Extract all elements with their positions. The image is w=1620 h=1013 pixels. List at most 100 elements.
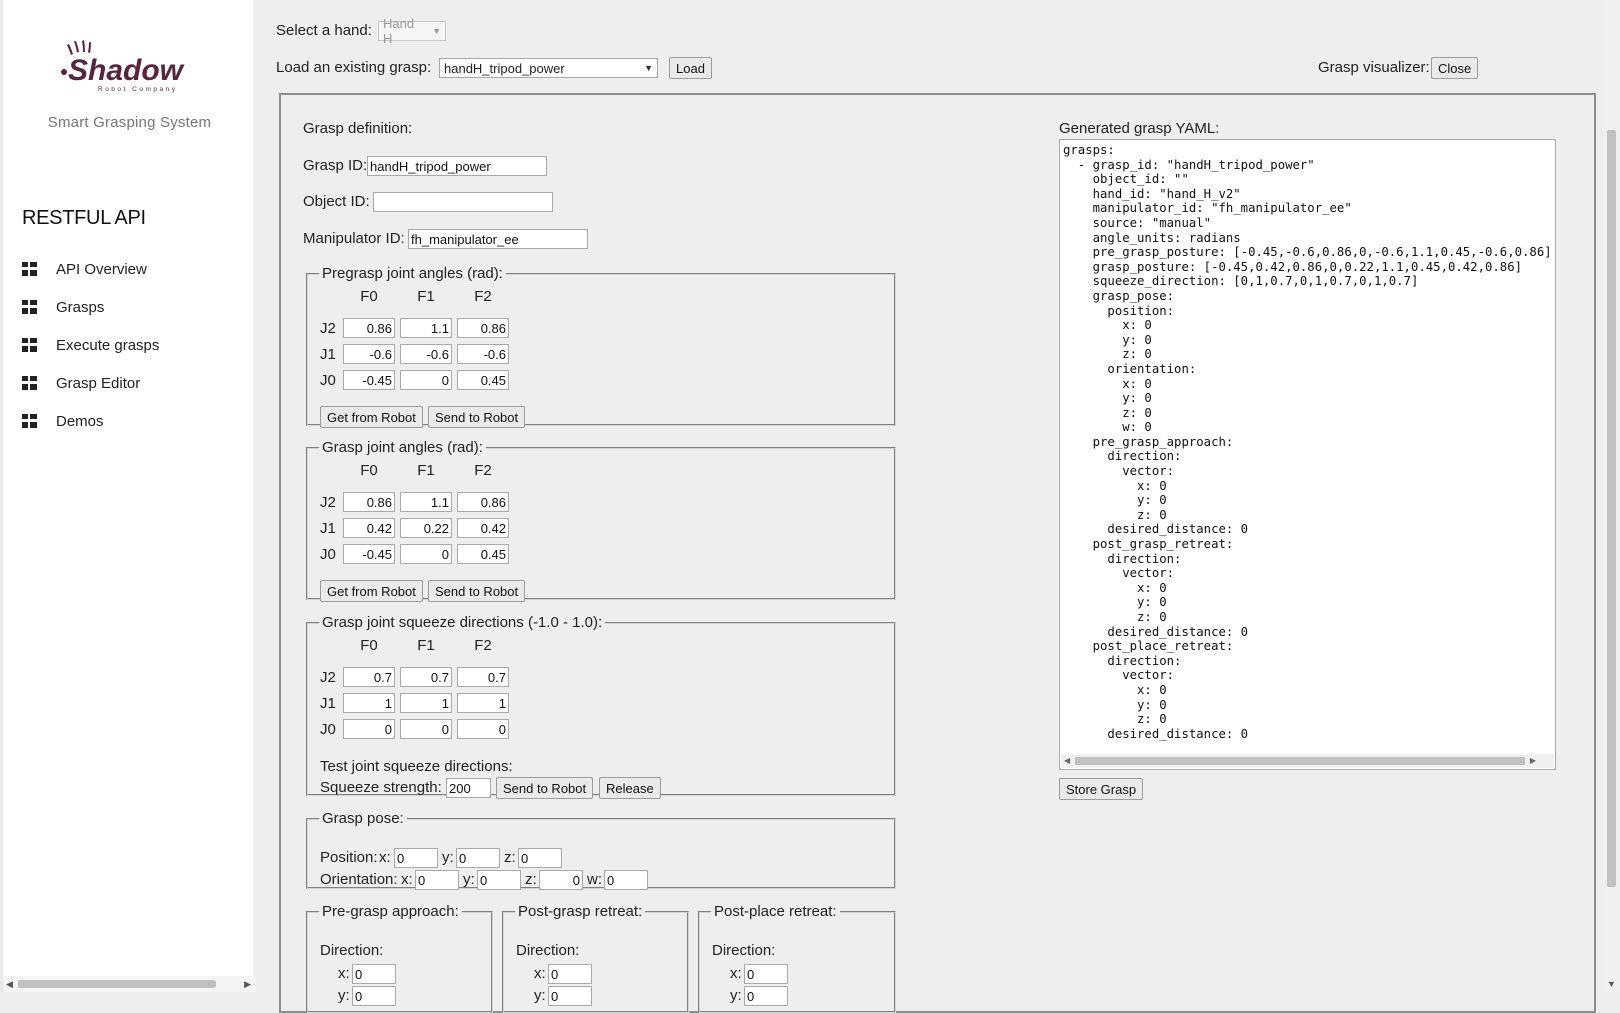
scroll-right-icon[interactable]: ▶	[244, 979, 251, 990]
squeeze-j0-f1[interactable]	[400, 719, 452, 739]
main-content: Select a hand: Hand H ▼ Load an existing…	[253, 0, 1620, 1013]
dropdown-arrow-icon: ▼	[432, 26, 441, 36]
sidebar-item-grasps[interactable]: Grasps	[22, 288, 159, 326]
squeeze-j0-f2[interactable]	[457, 719, 509, 739]
squeeze-send-to-robot-button[interactable]: Send to Robot	[496, 777, 594, 799]
release-button[interactable]: Release	[599, 777, 661, 799]
scroll-left-icon[interactable]: ◀	[1064, 756, 1070, 765]
sidebar-item-execute-grasps[interactable]: Execute grasps	[22, 326, 159, 364]
sidebar-item-demos[interactable]: Demos	[22, 402, 159, 440]
orientation-w-input[interactable]	[604, 870, 648, 890]
row-label: J2	[320, 669, 336, 686]
post-grasp-retreat-title: Post-grasp retreat:	[518, 903, 643, 920]
scroll-right-icon[interactable]: ▶	[1530, 756, 1536, 765]
page-vertical-scrollbar[interactable]: ▼	[1603, 0, 1620, 992]
pregrasp-j1-f0[interactable]	[343, 344, 395, 364]
squeeze-j1-f0[interactable]	[343, 693, 395, 713]
load-button[interactable]: Load	[669, 57, 712, 79]
grasp-j2-f0[interactable]	[343, 492, 395, 512]
squeeze-j2-f0[interactable]	[343, 667, 395, 687]
row-label: J0	[320, 372, 336, 389]
grasp-definition-title: Grasp definition:	[303, 120, 413, 137]
scroll-thumb[interactable]	[1075, 757, 1525, 765]
grid-icon	[22, 414, 37, 428]
scroll-left-icon[interactable]: ◀	[6, 979, 13, 990]
squeeze-j1-f1[interactable]	[400, 693, 452, 713]
squeeze-strength-label: Squeeze strength:	[320, 779, 442, 796]
grasp-select[interactable]: handH_tripod_power ▼	[439, 58, 658, 78]
pregrasp-j2-f1[interactable]	[400, 318, 452, 338]
pregrasp-j2-f0[interactable]	[343, 318, 395, 338]
grasp-j1-f2[interactable]	[457, 518, 509, 538]
squeeze-j2-f2[interactable]	[457, 667, 509, 687]
orientation-z-input[interactable]	[539, 870, 583, 890]
shadow-logo: Shadow Robot Company	[61, 40, 185, 93]
scroll-thumb[interactable]	[1607, 130, 1616, 887]
position-z-input[interactable]	[518, 848, 562, 868]
grasp-j1-f1[interactable]	[400, 518, 452, 538]
grasp-id-input[interactable]	[367, 156, 547, 176]
pre-grasp-y-input[interactable]	[352, 986, 396, 1006]
orientation-y-input[interactable]	[477, 870, 521, 890]
grasp-get-from-robot-button[interactable]: Get from Robot	[320, 580, 423, 602]
grasp-j0-f1[interactable]	[400, 544, 452, 564]
sidebar-horizontal-scrollbar[interactable]: ◀ ▶	[3, 976, 256, 992]
grasp-pose-fieldset: Grasp pose: Position: x: y: z: Orientati…	[306, 810, 896, 890]
post-grasp-x-input[interactable]	[548, 964, 592, 984]
scroll-down-icon[interactable]: ▼	[1607, 979, 1616, 989]
post-place-retreat-title: Post-place retreat:	[714, 903, 837, 920]
sidebar-item-api-overview[interactable]: API Overview	[22, 250, 159, 288]
manipulator-id-input[interactable]	[408, 229, 588, 249]
grasp-fieldset: Grasp joint angles (rad): F0 F1 F2 J2 J1…	[306, 439, 896, 602]
position-y-input[interactable]	[456, 848, 500, 868]
pregrasp-j0-f0[interactable]	[343, 370, 395, 390]
grasp-j0-f2[interactable]	[457, 544, 509, 564]
grasp-j1-f0[interactable]	[343, 518, 395, 538]
hand-select[interactable]: Hand H ▼	[378, 16, 446, 46]
dropdown-arrow-icon: ▼	[644, 63, 653, 73]
direction-x-label: x:	[534, 965, 546, 982]
squeeze-fieldset: Grasp joint squeeze directions (-1.0 - 1…	[306, 614, 896, 799]
sidebar-item-label: Demos	[56, 412, 104, 430]
hand-select-value: Hand H	[383, 16, 415, 46]
post-grasp-y-input[interactable]	[548, 986, 592, 1006]
sidebar-heading: RESTFUL API	[22, 207, 146, 229]
pregrasp-j1-f1[interactable]	[400, 344, 452, 364]
direction-label: Direction:	[516, 942, 580, 959]
scroll-thumb[interactable]	[18, 980, 216, 988]
pre-grasp-x-input[interactable]	[352, 964, 396, 984]
grasp-j2-f2[interactable]	[457, 492, 509, 512]
row-label: J2	[320, 320, 336, 337]
row-label: J1	[320, 346, 336, 363]
position-x-input[interactable]	[394, 848, 438, 868]
pregrasp-get-from-robot-button[interactable]: Get from Robot	[320, 406, 423, 428]
pregrasp-j0-f1[interactable]	[400, 370, 452, 390]
grasp-editor-panel: Grasp definition: Grasp ID: Object ID: M…	[279, 93, 1596, 1013]
squeeze-j1-f2[interactable]	[457, 693, 509, 713]
store-grasp-button[interactable]: Store Grasp	[1059, 778, 1144, 800]
sidebar-item-label: API Overview	[56, 260, 147, 278]
grasp-j2-f1[interactable]	[400, 492, 452, 512]
post-place-x-input[interactable]	[744, 964, 788, 984]
col-header: F1	[417, 462, 435, 479]
yaml-horizontal-scrollbar[interactable]: ◀ ▶	[1061, 754, 1554, 768]
post-place-retreat-fieldset: Post-place retreat: Direction: x: y:	[698, 903, 896, 1013]
squeeze-j2-f1[interactable]	[400, 667, 452, 687]
object-id-input[interactable]	[373, 192, 553, 212]
squeeze-j0-f0[interactable]	[343, 719, 395, 739]
squeeze-strength-input[interactable]	[446, 778, 491, 798]
close-visualizer-button[interactable]: Close	[1431, 57, 1479, 79]
grasp-j0-f0[interactable]	[343, 544, 395, 564]
pregrasp-j1-f2[interactable]	[457, 344, 509, 364]
select-hand-label: Select a hand:	[276, 22, 372, 39]
orientation-x-input[interactable]	[415, 870, 459, 890]
post-place-y-input[interactable]	[744, 986, 788, 1006]
yaml-textarea[interactable]: grasps: - grasp_id: "handH_tripod_power"…	[1059, 139, 1556, 770]
grasp-send-to-robot-button[interactable]: Send to Robot	[428, 580, 526, 602]
pregrasp-j2-f2[interactable]	[457, 318, 509, 338]
pregrasp-j0-f2[interactable]	[457, 370, 509, 390]
object-id-label: Object ID:	[303, 193, 370, 210]
sidebar-item-grasp-editor[interactable]: Grasp Editor	[22, 364, 159, 402]
pregrasp-send-to-robot-button[interactable]: Send to Robot	[428, 406, 526, 428]
row-label: J0	[320, 721, 336, 738]
